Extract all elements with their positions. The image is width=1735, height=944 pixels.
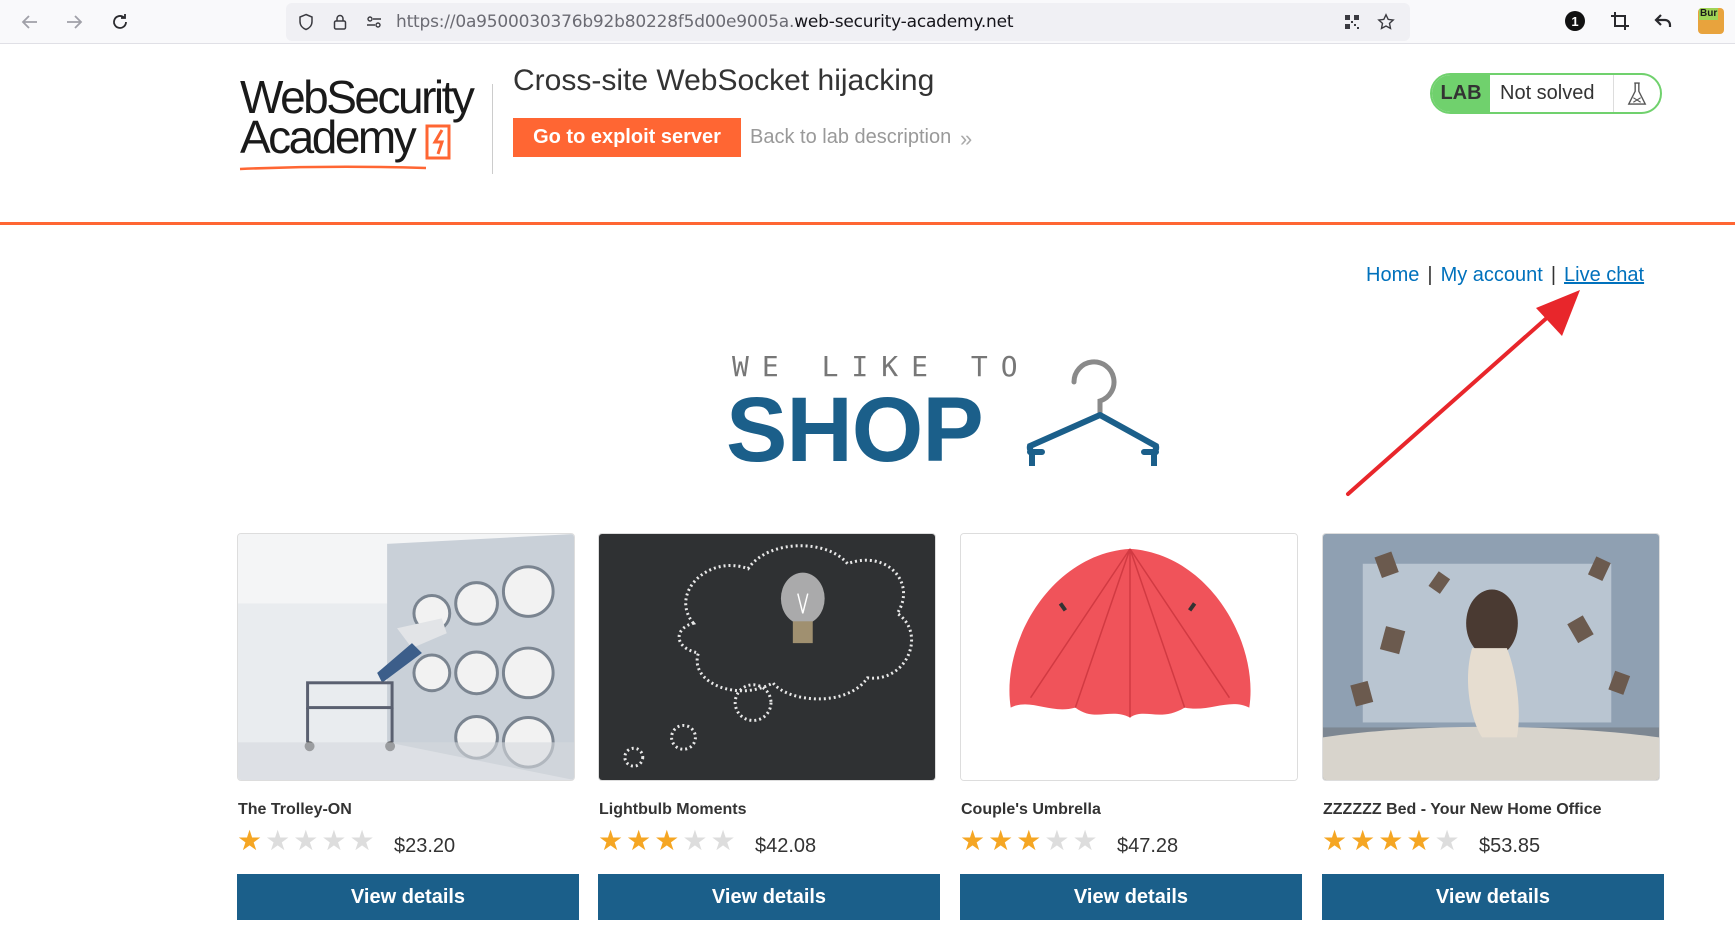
star-filled-icon: ★ (1322, 825, 1348, 856)
star-filled-icon: ★ (1378, 825, 1404, 856)
product-name: Couple's Umbrella (961, 801, 1101, 818)
product-image-bed[interactable] (1322, 533, 1660, 781)
bookmark-star-icon[interactable] (1376, 12, 1396, 32)
qr-code-icon[interactable] (1342, 12, 1362, 32)
banner-title: SHOP (726, 379, 984, 481)
star-filled-icon: ★ (237, 825, 263, 856)
nav-live-chat-link[interactable]: Live chat (1564, 264, 1644, 286)
lab-status-widget: LAB Not solved (1430, 73, 1662, 114)
hanger-icon (1026, 359, 1160, 466)
star-empty-icon: ★ (349, 825, 375, 856)
star-filled-icon: ★ (988, 825, 1014, 856)
view-details-button[interactable]: View details (1322, 874, 1664, 920)
star-empty-icon: ★ (1044, 825, 1070, 856)
nav-home-link[interactable]: Home (1366, 264, 1419, 286)
burp-label: Bur (1699, 8, 1719, 20)
forward-icon[interactable] (60, 8, 88, 36)
product-price: $53.85 (1479, 835, 1541, 857)
star-filled-icon: ★ (1016, 825, 1042, 856)
browser-toolbar: https://0a9500030376b92b80228f5d00e9005a… (0, 0, 1735, 44)
crop-icon[interactable] (1607, 8, 1633, 34)
star-empty-icon: ★ (265, 825, 291, 856)
logo-separator (492, 84, 493, 174)
burp-extension-icon[interactable]: Bur (1698, 8, 1724, 34)
back-to-lab-description-link[interactable]: Back to lab description (750, 126, 951, 149)
star-empty-icon: ★ (1434, 825, 1460, 856)
product-rating: ★ ★ ★ ★ ★ (960, 827, 1098, 855)
permissions-icon[interactable] (364, 12, 384, 32)
star-filled-icon: ★ (960, 825, 986, 856)
star-empty-icon: ★ (321, 825, 347, 856)
logo-bolt-icon (425, 124, 451, 160)
lab-status-text: Not solved (1490, 75, 1614, 112)
extension-badge-count: 1 (1565, 11, 1585, 31)
product-rating: ★ ★ ★ ★ ★ (237, 827, 375, 855)
view-details-button[interactable]: View details (960, 874, 1302, 920)
product-image-lightbulb[interactable] (598, 533, 936, 781)
product-rating: ★ ★ ★ ★ ★ (598, 827, 736, 855)
lab-tag: LAB (1432, 75, 1490, 112)
logo-line2: Academy (240, 111, 417, 163)
view-details-button[interactable]: View details (237, 874, 579, 920)
view-details-button[interactable]: View details (598, 874, 940, 920)
product-image-umbrella[interactable] (960, 533, 1298, 781)
extension-badge-icon[interactable]: 1 (1562, 8, 1588, 34)
star-empty-icon: ★ (293, 825, 319, 856)
product-rating: ★ ★ ★ ★ ★ (1322, 827, 1460, 855)
address-bar[interactable]: https://0a9500030376b92b80228f5d00e9005a… (286, 3, 1410, 41)
reload-icon[interactable] (106, 8, 134, 36)
shield-icon[interactable] (296, 12, 316, 32)
back-icon[interactable] (16, 8, 44, 36)
product-price: $42.08 (755, 835, 817, 857)
product-name: The Trolley-ON (238, 801, 352, 818)
product-price: $47.28 (1117, 835, 1179, 857)
url-prefix: https://0a9500030376b92b80228f5d00e9005a… (396, 12, 795, 32)
undo-arrow-icon[interactable] (1650, 8, 1676, 34)
lab-header: WebSecurity Academy Cross-site WebSocket… (0, 44, 1735, 225)
nav-separator: | (1550, 264, 1557, 286)
url-domain: web-security-academy.net (794, 12, 1014, 32)
star-empty-icon: ★ (682, 825, 708, 856)
star-empty-icon: ★ (1072, 825, 1098, 856)
site-navigation: Home | My account | Live chat (1366, 264, 1644, 287)
url-text: https://0a9500030376b92b80228f5d00e9005a… (396, 12, 1014, 32)
lab-title: Cross-site WebSocket hijacking (513, 64, 935, 97)
nav-my-account-link[interactable]: My account (1441, 264, 1543, 286)
star-filled-icon: ★ (654, 825, 680, 856)
header-divider (0, 222, 1735, 225)
annotation-arrow (1346, 290, 1580, 496)
chevrons-right-icon: » (960, 126, 972, 151)
product-price: $23.20 (394, 835, 456, 857)
star-empty-icon: ★ (710, 825, 736, 856)
nav-separator: | (1427, 264, 1433, 286)
star-filled-icon: ★ (626, 825, 652, 856)
go-to-exploit-server-button[interactable]: Go to exploit server (513, 118, 741, 157)
lock-icon[interactable] (330, 12, 350, 32)
product-image-trolley[interactable] (237, 533, 575, 781)
product-name: Lightbulb Moments (599, 801, 747, 818)
star-filled-icon: ★ (1350, 825, 1376, 856)
logo-underline (239, 165, 427, 171)
star-filled-icon: ★ (1406, 825, 1432, 856)
web-security-academy-logo[interactable]: WebSecurity Academy (238, 70, 488, 171)
flask-icon (1614, 75, 1660, 112)
star-filled-icon: ★ (598, 825, 624, 856)
product-name: ZZZZZZ Bed - Your New Home Office (1323, 801, 1602, 818)
